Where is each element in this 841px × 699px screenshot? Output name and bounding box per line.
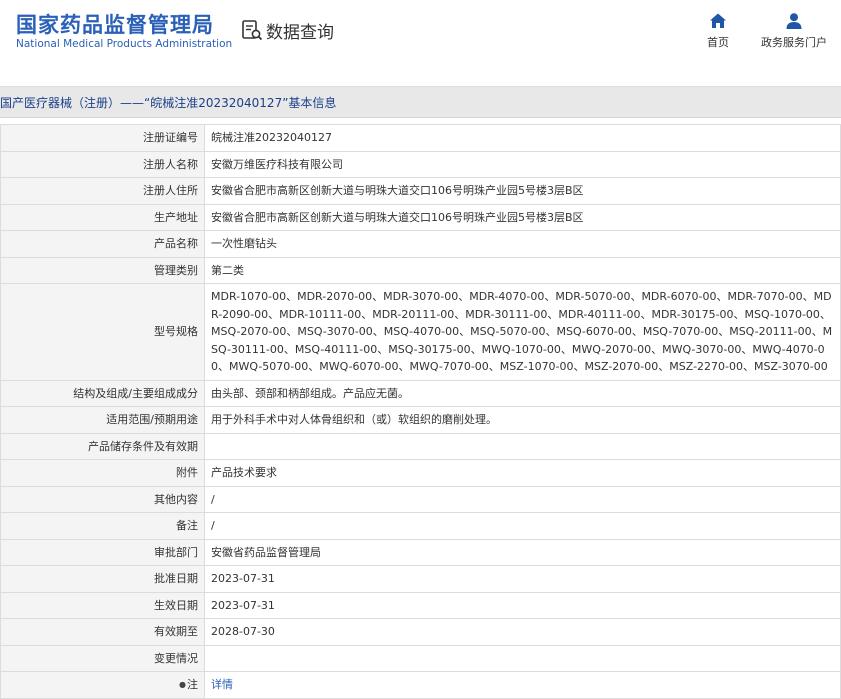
table-row-note: ●注 详情 xyxy=(0,671,841,699)
row-label: 注册证编号 xyxy=(0,124,205,152)
row-label: 审批部门 xyxy=(0,538,205,566)
breadcrumb-bar: 国产医疗器械（注册）——“皖械注准20232040127”基本信息 xyxy=(0,86,841,118)
data-query-label: 数据查询 xyxy=(266,22,334,43)
table-row: 注册人名称 安徽万维医疗科技有限公司 xyxy=(0,150,841,178)
nav-portal[interactable]: 政务服务门户 xyxy=(756,12,832,50)
info-table: 注册证编号 皖械注准20232040127 注册人名称 安徽万维医疗科技有限公司 注册人… xyxy=(0,124,841,699)
row-label: 生产地址 xyxy=(0,203,205,231)
document-search-icon xyxy=(242,20,263,41)
row-value: 2023-07-31 xyxy=(204,591,841,619)
row-value: 第二类 xyxy=(204,256,841,284)
row-label: 结构及组成/主要组成成分 xyxy=(0,379,205,407)
table-row: 审批部门 安徽省药品监督管理局 xyxy=(0,538,841,566)
user-icon xyxy=(786,13,802,29)
row-value xyxy=(204,644,841,672)
row-value xyxy=(204,432,841,460)
row-value: / xyxy=(204,485,841,513)
row-value: 2028-07-30 xyxy=(204,618,841,646)
row-value: 产品技术要求 xyxy=(204,459,841,487)
row-value: 用于外科手术中对人体骨组织和（或）软组织的磨削处理。 xyxy=(204,406,841,434)
row-value: 安徽省合肥市高新区创新大道与明珠大道交口106号明珠产业园5号楼3层B区 xyxy=(204,177,841,205)
note-value-cell: 详情 xyxy=(204,671,841,699)
table-row: 产品名称 一次性磨钻头 xyxy=(0,230,841,258)
table-row: 适用范围/预期用途 用于外科手术中对人体骨组织和（或）软组织的磨削处理。 xyxy=(0,406,841,434)
row-value: 2023-07-31 xyxy=(204,565,841,593)
note-label: 注 xyxy=(187,678,198,691)
logo-title-cn[interactable]: 国家药品监督管理局 xyxy=(16,9,214,39)
nav-home-label: 首页 xyxy=(707,36,729,49)
row-label: 管理类别 xyxy=(0,256,205,284)
row-label: 适用范围/预期用途 xyxy=(0,406,205,434)
row-value: 由头部、颈部和柄部组成。产品应无菌。 xyxy=(204,379,841,407)
row-label: 其他内容 xyxy=(0,485,205,513)
row-label: 注册人名称 xyxy=(0,150,205,178)
table-row: 其他内容 / xyxy=(0,485,841,513)
row-label: 有效期至 xyxy=(0,618,205,646)
row-label: 附件 xyxy=(0,459,205,487)
site-header: 国家药品监督管理局 National Medical Products Admi… xyxy=(0,0,841,72)
breadcrumb: 国产医疗器械（注册）——“皖械注准20232040127”基本信息 xyxy=(0,96,337,110)
row-label: 产品名称 xyxy=(0,230,205,258)
note-icon: ● xyxy=(179,680,186,689)
logo-title-en[interactable]: National Medical Products Administration xyxy=(16,38,232,50)
table-row: 变更情况 xyxy=(0,644,841,672)
table-row: 有效期至 2028-07-30 xyxy=(0,618,841,646)
table-row: 型号规格 MDR-1070-00、MDR-2070-00、MDR-3070-00、… xyxy=(0,283,841,381)
table-row: 注册证编号 皖械注准20232040127 xyxy=(0,124,841,152)
table-row: 注册人住所 安徽省合肥市高新区创新大道与明珠大道交口106号明珠产业园5号楼3层B… xyxy=(0,177,841,205)
table-row: 附件 产品技术要求 xyxy=(0,459,841,487)
table-row: 批准日期 2023-07-31 xyxy=(0,565,841,593)
row-label: 型号规格 xyxy=(0,283,205,381)
row-value: / xyxy=(204,512,841,540)
note-label-cell: ●注 xyxy=(0,671,205,699)
row-label: 变更情况 xyxy=(0,644,205,672)
row-label: 生效日期 xyxy=(0,591,205,619)
row-value: 皖械注准20232040127 xyxy=(204,124,841,152)
row-label: 产品储存条件及有效期 xyxy=(0,432,205,460)
row-value: MDR-1070-00、MDR-2070-00、MDR-3070-00、MDR-… xyxy=(204,283,841,381)
row-value: 一次性磨钻头 xyxy=(204,230,841,258)
table-row: 生产地址 安徽省合肥市高新区创新大道与明珠大道交口106号明珠产业园5号楼3层B区 xyxy=(0,203,841,231)
row-value: 安徽万维医疗科技有限公司 xyxy=(204,150,841,178)
detail-link[interactable]: 详情 xyxy=(211,678,233,691)
nav-home[interactable]: 首页 xyxy=(700,12,736,50)
home-icon xyxy=(710,13,726,28)
row-value: 安徽省合肥市高新区创新大道与明珠大道交口106号明珠产业园5号楼3层B区 xyxy=(204,203,841,231)
row-label: 批准日期 xyxy=(0,565,205,593)
data-query-title: 数据查询 xyxy=(240,16,334,44)
row-label: 备注 xyxy=(0,512,205,540)
row-label: 注册人住所 xyxy=(0,177,205,205)
table-row: 备注 / xyxy=(0,512,841,540)
nav-portal-label: 政务服务门户 xyxy=(761,36,827,49)
row-value: 安徽省药品监督管理局 xyxy=(204,538,841,566)
table-row: 生效日期 2023-07-31 xyxy=(0,591,841,619)
table-row: 管理类别 第二类 xyxy=(0,256,841,284)
table-row: 产品储存条件及有效期 xyxy=(0,432,841,460)
table-row: 结构及组成/主要组成成分 由头部、颈部和柄部组成。产品应无菌。 xyxy=(0,379,841,407)
